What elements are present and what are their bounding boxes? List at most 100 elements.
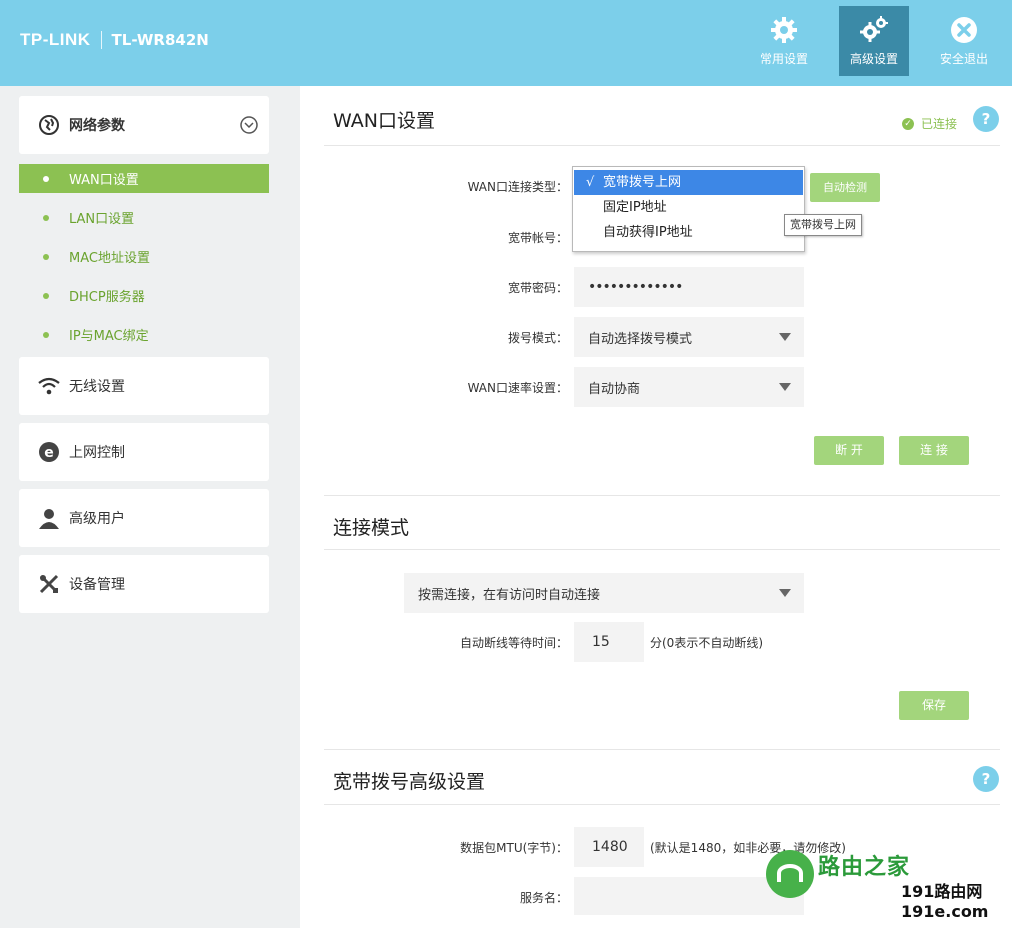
- sidebar-group-network-label: 网络参数: [69, 118, 125, 134]
- watermark-logo-icon: [766, 850, 814, 898]
- tools-icon: [37, 572, 61, 596]
- divider: [324, 145, 1000, 146]
- sidebar-group-wireless-label: 无线设置: [69, 379, 125, 395]
- idle-time-input[interactable]: 15: [574, 622, 644, 662]
- sidebar-group-access-control[interactable]: e 上网控制: [19, 423, 269, 481]
- option-label: 自动获得IP地址: [603, 225, 693, 240]
- auto-detect-button[interactable]: 自动检测: [810, 173, 880, 202]
- connection-status: ✓ 已连接: [902, 115, 957, 132]
- gears-icon: [860, 16, 888, 42]
- user-icon: [37, 506, 61, 530]
- connection-mode-select[interactable]: 按需连接，在有访问时自动连接: [404, 573, 804, 613]
- wifi-icon: [37, 374, 61, 398]
- close-circle-icon: [951, 17, 977, 43]
- sidebar-group-advanced-user[interactable]: 高级用户: [19, 489, 269, 547]
- dropdown-arrow-icon: [779, 383, 791, 391]
- advanced-section-title: 宽带拨号高级设置: [333, 771, 486, 793]
- save-button[interactable]: 保存: [899, 691, 969, 720]
- bullet-icon: [43, 214, 49, 221]
- sidebar-group-wireless[interactable]: 无线设置: [19, 357, 269, 415]
- wan-speed-select[interactable]: 自动协商: [574, 367, 804, 407]
- conn-type-dropdown[interactable]: √ 宽带拨号上网 固定IP地址 自动获得IP地址: [572, 166, 805, 252]
- tp-link-logo: TP-LINK: [20, 30, 91, 49]
- mtu-value: 1480: [592, 839, 628, 855]
- sidebar-group-device-management[interactable]: 设备管理: [19, 555, 269, 613]
- idle-time-label: 自动断线等待时间：: [459, 636, 568, 650]
- chevron-down-icon: [240, 116, 258, 134]
- internet-e-icon: e: [37, 440, 61, 464]
- account-label: 宽带帐号：: [507, 231, 568, 245]
- sidebar-item-label: DHCP服务器: [69, 290, 145, 305]
- sidebar-item-wan[interactable]: WAN口设置: [19, 164, 269, 193]
- watermark-site-name: 路由之家: [818, 855, 911, 880]
- option-label: 宽带拨号上网: [603, 175, 682, 190]
- main-content: WAN口设置 ✓ 已连接 ? WAN口连接类型： √ 宽带拨号上网 固定IP地址…: [300, 86, 1012, 928]
- check-circle-icon: ✓: [902, 117, 914, 130]
- advanced-settings-button[interactable]: 高级设置: [839, 6, 909, 76]
- watermark-domain-line2: 191e.com: [901, 902, 989, 921]
- connection-mode-value: 按需连接，在有访问时自动连接: [418, 587, 601, 603]
- wan-speed-value: 自动协商: [588, 381, 641, 397]
- divider: [324, 495, 1000, 496]
- divider: [324, 804, 1000, 805]
- conn-type-option-dhcp[interactable]: 自动获得IP地址: [573, 220, 804, 245]
- password-value: •••••••••••••: [588, 279, 683, 295]
- sidebar-item-label: LAN口设置: [69, 212, 135, 227]
- watermark-domain: 191路由网 191e.com: [901, 882, 988, 922]
- watermark-domain-line1: 191路由网: [901, 882, 983, 901]
- dial-mode-value: 自动选择拨号模式: [588, 331, 693, 347]
- dropdown-arrow-icon: [779, 333, 791, 341]
- conn-type-label: WAN口连接类型：: [467, 180, 568, 194]
- wan-section-title: WAN口设置: [333, 110, 435, 132]
- sidebar-group-device-management-label: 设备管理: [69, 577, 125, 593]
- divider: [324, 549, 1000, 550]
- password-label: 宽带密码：: [507, 281, 568, 295]
- sidebar-item-lan[interactable]: LAN口设置: [19, 203, 269, 232]
- bullet-icon: [43, 292, 49, 299]
- advanced-settings-label: 高级设置: [849, 52, 898, 66]
- common-settings-button[interactable]: 常用设置: [749, 6, 819, 76]
- svg-text:e: e: [44, 445, 54, 461]
- common-settings-label: 常用设置: [759, 52, 808, 66]
- connection-status-text: 已连接: [921, 117, 958, 131]
- bullet-icon: [43, 331, 49, 338]
- brand: TP-LINK TL-WR842N: [20, 30, 209, 50]
- dropdown-arrow-icon: [779, 589, 791, 597]
- mode-section-title: 连接模式: [333, 517, 410, 539]
- divider: [324, 749, 1000, 750]
- logout-button[interactable]: 安全退出: [929, 6, 999, 76]
- tooltip: 宽带拨号上网: [784, 214, 862, 236]
- option-label: 固定IP地址: [603, 200, 667, 215]
- sidebar-item-label: WAN口设置: [69, 173, 139, 188]
- sidebar-item-mac[interactable]: MAC地址设置: [19, 242, 269, 271]
- dial-mode-label: 拨号模式：: [507, 331, 568, 345]
- conn-type-option-pppoe[interactable]: √ 宽带拨号上网: [574, 170, 803, 195]
- top-header: TP-LINK TL-WR842N 常用设置 高级设置 安全退出: [0, 0, 1012, 86]
- mtu-label: 数据包MTU(字节)：: [460, 841, 568, 855]
- idle-time-value: 15: [592, 634, 610, 650]
- checkmark-icon: √: [586, 175, 595, 190]
- bullet-icon: [43, 175, 49, 182]
- help-icon[interactable]: ?: [973, 766, 999, 792]
- sidebar-item-label: MAC地址设置: [69, 251, 150, 266]
- password-field[interactable]: •••••••••••••: [574, 267, 804, 307]
- sidebar-group-advanced-user-label: 高级用户: [69, 511, 125, 527]
- speed-label: WAN口速率设置：: [467, 381, 568, 395]
- globe-icon: [37, 113, 61, 137]
- conn-type-option-static-ip[interactable]: 固定IP地址: [573, 195, 804, 220]
- sidebar-group-access-control-label: 上网控制: [69, 445, 125, 461]
- model-name: TL-WR842N: [111, 31, 209, 49]
- help-icon[interactable]: ?: [973, 106, 999, 132]
- idle-time-note: 分(0表示不自动断线): [650, 636, 763, 650]
- disconnect-button[interactable]: 断 开: [814, 436, 884, 465]
- gear-icon: [771, 17, 797, 43]
- mtu-input[interactable]: 1480: [574, 827, 644, 867]
- sidebar: 网络参数 WAN口设置 LAN口设置 MAC地址设置 DHCP服务器 IP与MA…: [0, 86, 288, 928]
- sidebar-item-dhcp[interactable]: DHCP服务器: [19, 281, 269, 310]
- connect-button[interactable]: 连 接: [899, 436, 969, 465]
- sidebar-item-ip-mac-binding[interactable]: IP与MAC绑定: [19, 320, 269, 349]
- sidebar-group-network[interactable]: 网络参数: [19, 96, 269, 154]
- brand-divider: [100, 31, 102, 49]
- sidebar-item-label: IP与MAC绑定: [69, 329, 149, 344]
- dial-mode-select[interactable]: 自动选择拨号模式: [574, 317, 804, 357]
